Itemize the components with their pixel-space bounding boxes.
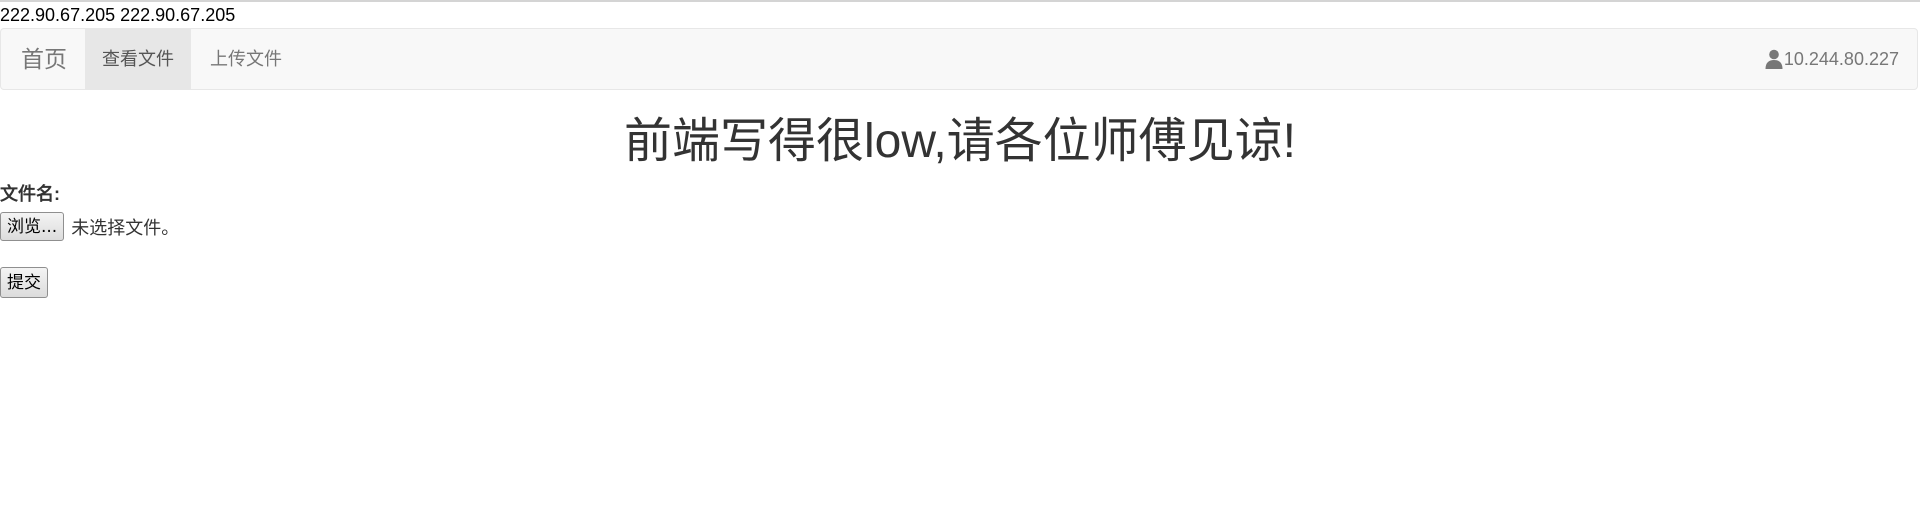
client-ip-text: 222.90.67.205 222.90.67.205 [0, 5, 236, 25]
page-heading: 前端写得很low,请各位师傅见谅! [623, 115, 1297, 168]
nav-brand-home-link[interactable]: 首页 [21, 29, 67, 89]
user-icon [1765, 49, 1783, 69]
navbar: 首页 查看文件 上传文件 10.244.80.227 [0, 28, 1918, 90]
top-border [0, 0, 1920, 2]
nav-item-upload-files[interactable]: 上传文件 [191, 29, 301, 89]
user-info[interactable]: 10.244.80.227 [1765, 29, 1899, 89]
submit-button[interactable]: 提交 [0, 267, 48, 298]
nav-item-view-files[interactable]: 查看文件 [85, 29, 191, 89]
file-input[interactable]: 浏览... 未选择文件。 [0, 212, 179, 241]
browse-button[interactable]: 浏览... [0, 212, 65, 241]
file-name-label: 文件名: [0, 184, 60, 204]
file-status-text: 未选择文件。 [71, 217, 180, 238]
user-ip-text: 10.244.80.227 [1783, 49, 1899, 69]
